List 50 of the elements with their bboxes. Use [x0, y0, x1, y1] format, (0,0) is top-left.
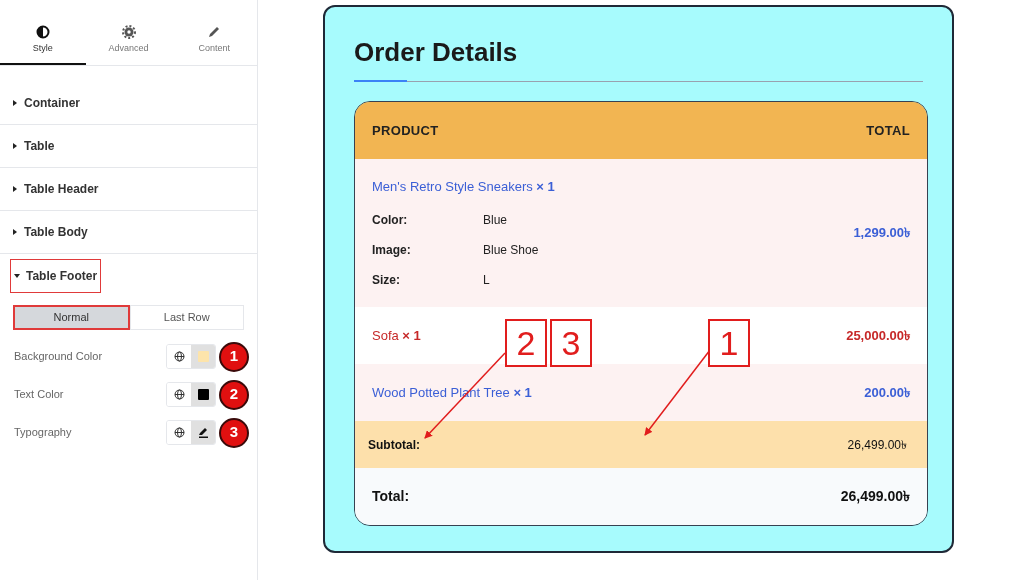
- product-name[interactable]: Men's Retro Style Sneakers × 1: [372, 177, 555, 197]
- caret-right-icon: [12, 143, 18, 149]
- contrast-icon: [35, 25, 50, 40]
- caret-down-icon: [14, 272, 20, 279]
- control-label: Background Color: [14, 349, 104, 365]
- color-swatch[interactable]: [191, 383, 215, 406]
- title-underline: [354, 80, 407, 82]
- color-swatch[interactable]: [191, 345, 215, 368]
- column-header: TOTAL: [866, 121, 910, 140]
- section-toggle[interactable]: Table: [12, 137, 55, 155]
- product-name[interactable]: Sofa × 1: [372, 325, 421, 346]
- footer-label: Total:: [372, 487, 410, 506]
- callout-number: 3: [550, 319, 592, 367]
- gear-icon: [121, 25, 136, 40]
- pencil-icon: [207, 25, 222, 40]
- state-tab[interactable]: Normal: [13, 305, 130, 330]
- section-toggle[interactable]: Table Footer: [10, 258, 102, 293]
- line-total: 200.00৳: [864, 383, 910, 402]
- section-toggle[interactable]: Container: [12, 94, 80, 112]
- control-label: Text Color: [14, 387, 65, 403]
- control-label: Typography: [14, 425, 73, 441]
- footer-label: Subtotal:: [368, 436, 420, 454]
- section-toggle[interactable]: Table Body: [12, 223, 88, 241]
- caret-right-icon: [12, 100, 18, 106]
- callout-number: 1: [708, 319, 750, 367]
- pencil-icon: [197, 427, 209, 438]
- panel-tab[interactable]: Content: [171, 18, 257, 65]
- line-total: 25,000.00৳: [846, 326, 910, 345]
- typography-button[interactable]: [191, 421, 215, 444]
- number-badge: 1: [219, 341, 249, 372]
- footer-value: 26,499.00৳: [840, 487, 910, 506]
- panel-tab[interactable]: Advanced: [85, 18, 172, 65]
- order-title: Order Details: [354, 36, 518, 69]
- number-badge: 3: [219, 417, 249, 448]
- number-badge: 2: [219, 379, 249, 410]
- caret-right-icon: [12, 229, 18, 235]
- footer-value: 26,499.00৳: [847, 436, 907, 454]
- attribute-value: Blue: [483, 211, 509, 229]
- callout-number: 2: [505, 319, 547, 367]
- state-tab[interactable]: Last Row: [129, 305, 244, 330]
- section-toggle[interactable]: Table Header: [12, 180, 99, 198]
- attribute-value: L: [483, 271, 491, 289]
- line-total: 1,299.00৳: [853, 224, 910, 243]
- attribute-label: Size:: [372, 271, 401, 289]
- panel-tab[interactable]: Style: [0, 18, 86, 65]
- attribute-label: Image:: [372, 241, 412, 259]
- column-header: PRODUCT: [372, 121, 439, 140]
- attribute-value: Blue Shoe: [483, 241, 540, 259]
- attribute-label: Color:: [372, 211, 409, 229]
- caret-right-icon: [12, 186, 18, 192]
